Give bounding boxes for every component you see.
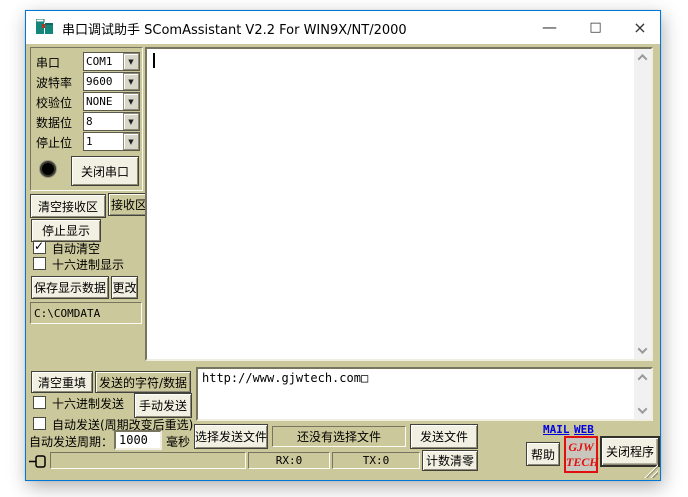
client-area: 串口 波特率 校验位 数据位 停止位 COM1 ▼ 9600 ▼ NONE ▼ — [26, 44, 660, 480]
chevron-down-icon[interactable]: ▼ — [123, 113, 139, 130]
save-data-button[interactable]: 保存显示数据 — [31, 276, 109, 299]
hex-display-checkbox[interactable]: ✓ — [33, 257, 46, 270]
hex-display-label: 十六进制显示 — [52, 256, 124, 273]
chevron-down-icon[interactable]: ▼ — [123, 73, 139, 90]
auto-send-checkbox[interactable]: ✓ — [33, 417, 46, 430]
databits-value: 8 — [86, 115, 93, 128]
minimize-icon[interactable]: — — [527, 11, 572, 43]
send-data-label: 发送的字符/数据 — [95, 371, 191, 393]
parity-select[interactable]: NONE ▼ — [83, 92, 140, 111]
text-cursor — [153, 53, 155, 68]
clear-receive-button[interactable]: 清空接收区 — [30, 194, 106, 218]
select-file-button[interactable]: 选择发送文件 — [194, 424, 268, 449]
stopbits-label: 停止位 — [36, 134, 72, 151]
scroll-down-icon[interactable] — [634, 402, 651, 419]
send-scrollbar[interactable] — [634, 369, 651, 419]
parity-value: NONE — [86, 95, 113, 108]
send-file-button[interactable]: 发送文件 — [410, 424, 478, 449]
web-link[interactable]: WEB — [574, 423, 594, 436]
stopbits-select[interactable]: 1 ▼ — [83, 132, 140, 151]
chevron-down-icon[interactable]: ▼ — [123, 133, 139, 150]
send-textarea[interactable]: http://www.gjwtech.com□ — [196, 367, 653, 421]
tx-counter: TX:0 — [332, 452, 420, 469]
receive-scrollbar[interactable] — [634, 49, 651, 359]
parity-label: 校验位 — [36, 94, 72, 111]
com-status-indicator — [40, 161, 56, 177]
stopbits-value: 1 — [86, 135, 93, 148]
app-window: 串口调试助手 SComAssistant V2.2 For WIN9X/NT/2… — [25, 10, 661, 481]
baud-select[interactable]: 9600 ▼ — [83, 72, 140, 91]
receive-textarea[interactable] — [145, 47, 653, 361]
gjw-logo-line2: TECH — [566, 455, 596, 470]
port-settings-group: 串口 波特率 校验位 数据位 停止位 COM1 ▼ 9600 ▼ NONE ▼ — [30, 47, 143, 191]
close-program-button[interactable]: 关闭程序 — [600, 436, 660, 467]
hex-send-label: 十六进制发送 — [52, 395, 124, 412]
pin-icon — [29, 454, 49, 469]
baud-label: 波特率 — [36, 74, 72, 91]
period-unit-label: 毫秒 — [166, 433, 190, 450]
status-panel-empty — [50, 452, 246, 469]
save-path-field: C:\COMDATA — [30, 302, 142, 324]
scroll-up-icon[interactable] — [634, 49, 651, 66]
hex-send-checkbox[interactable]: ✓ — [33, 396, 46, 409]
window-title: 串口调试助手 SComAssistant V2.2 For WIN9X/NT/2… — [62, 19, 407, 38]
check-icon: ✓ — [34, 239, 44, 253]
auto-clear-checkbox[interactable]: ✓ — [33, 241, 46, 254]
scroll-down-icon[interactable] — [634, 342, 651, 359]
mail-link[interactable]: MAIL — [543, 423, 570, 436]
chevron-down-icon[interactable]: ▼ — [123, 93, 139, 110]
auto-clear-label: 自动清空 — [52, 240, 100, 257]
rx-counter: RX:0 — [248, 452, 330, 469]
chevron-down-icon[interactable]: ▼ — [123, 53, 139, 70]
file-status-field: 还没有选择文件 — [272, 426, 406, 447]
port-label: 串口 — [36, 54, 60, 71]
close-icon[interactable]: × — [619, 11, 661, 43]
send-content: http://www.gjwtech.com□ — [202, 371, 368, 385]
app-icon — [36, 19, 54, 35]
title-bar[interactable]: 串口调试助手 SComAssistant V2.2 For WIN9X/NT/2… — [26, 11, 660, 44]
change-path-button[interactable]: 更改 — [111, 276, 138, 299]
manual-send-button[interactable]: 手动发送 — [134, 393, 192, 418]
auto-send-period-label: 自动发送周期： — [29, 433, 113, 450]
close-port-button[interactable]: 关闭串口 — [71, 156, 139, 186]
scroll-up-icon[interactable] — [634, 369, 651, 386]
databits-select[interactable]: 8 ▼ — [83, 112, 140, 131]
baud-value: 9600 — [86, 75, 113, 88]
auto-send-period-input[interactable]: 1000 — [114, 430, 162, 450]
gjw-logo-line1: GJW — [566, 440, 596, 455]
maximize-icon[interactable]: □ — [573, 11, 618, 43]
screenshot: 串口调试助手 SComAssistant V2.2 For WIN9X/NT/2… — [0, 0, 688, 497]
receive-area-label: 接收区 — [108, 193, 150, 216]
resize-grip-icon[interactable] — [644, 464, 658, 478]
reset-counter-button[interactable]: 计数清零 — [422, 450, 478, 471]
clear-refill-button[interactable]: 清空重填 — [31, 371, 93, 393]
port-value: COM1 — [86, 55, 113, 68]
help-button[interactable]: 帮助 — [526, 442, 560, 466]
port-select[interactable]: COM1 ▼ — [83, 52, 140, 71]
gjw-tech-logo[interactable]: GJW TECH — [564, 436, 598, 473]
databits-label: 数据位 — [36, 114, 72, 131]
